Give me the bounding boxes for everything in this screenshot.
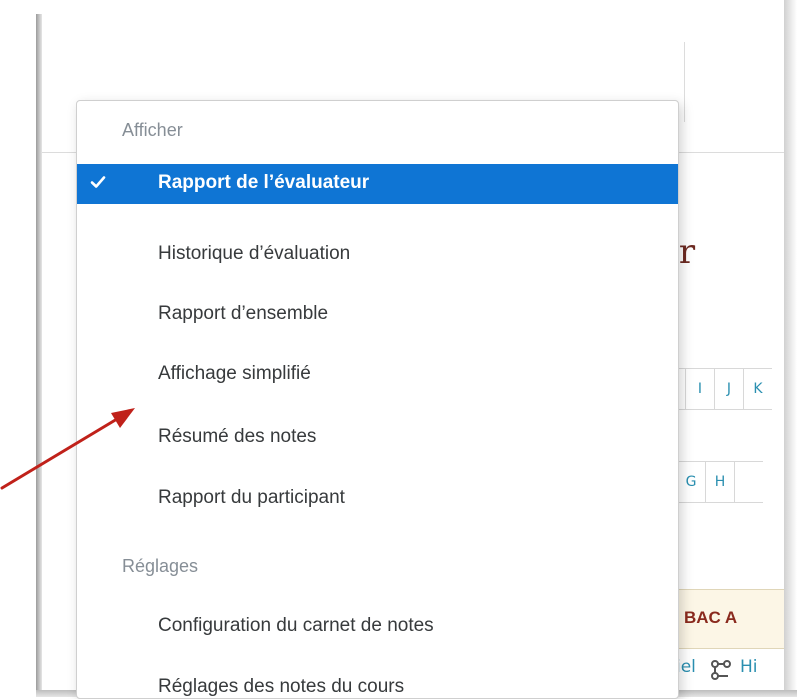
grade-table-row: iel Hi [676,647,786,692]
filter-letter[interactable]: G [676,462,705,502]
menu-item-label: Historique d’évaluation [158,243,351,264]
menu-item-label: Affichage simplifié [158,363,311,384]
checkmark-icon [89,173,107,191]
menu-item-user-report[interactable]: Rapport du participant [77,479,678,519]
nodes-icon[interactable] [710,659,732,685]
filter-letter[interactable]: J [714,369,743,409]
menu-item-single-view[interactable]: Affichage simplifié [77,355,678,395]
header-divider [684,42,685,122]
menu-item-course-grade-settings[interactable]: Réglages des notes du cours [77,668,678,698]
initials-filter-firstname: I J K [676,368,772,410]
menu-section-header-settings: Réglages [122,556,199,576]
menu-item-label: Résumé des notes [158,426,317,447]
filter-letter[interactable]: I [685,369,714,409]
page-right-shadow [784,0,797,697]
menu-item-gradebook-setup[interactable]: Configuration du carnet de notes [77,607,678,647]
menu-item-label: Rapport de l’évaluateur [158,172,370,193]
page-left-edge [36,14,42,697]
menu-item-label: Configuration du carnet de notes [158,615,434,636]
menu-item-overview-report[interactable]: Rapport d’ensemble [77,295,678,335]
row-link-fragment[interactable]: Hi [740,657,758,677]
menu-item-grade-history[interactable]: Historique d’évaluation [77,235,678,275]
menu-item-label: Rapport du participant [158,487,345,508]
grade-table-header: BAC A [676,589,786,649]
report-selector-dropdown: Afficher Rapport de l’évaluateur Histori… [76,100,679,699]
menu-item-label: Rapport d’ensemble [158,303,329,324]
filter-letter[interactable]: K [743,369,772,409]
initials-filter-lastname: G H [676,461,763,503]
menu-section-header-view: Afficher [122,120,183,140]
filter-letter[interactable]: H [705,462,734,502]
filter-letter[interactable] [734,462,763,502]
menu-item-grade-summary[interactable]: Résumé des notes [77,418,678,458]
menu-item-grader-report[interactable]: Rapport de l’évaluateur [77,164,678,204]
grade-table-header-label: BAC A [684,608,738,627]
menu-item-label: Réglages des notes du cours [158,676,405,697]
